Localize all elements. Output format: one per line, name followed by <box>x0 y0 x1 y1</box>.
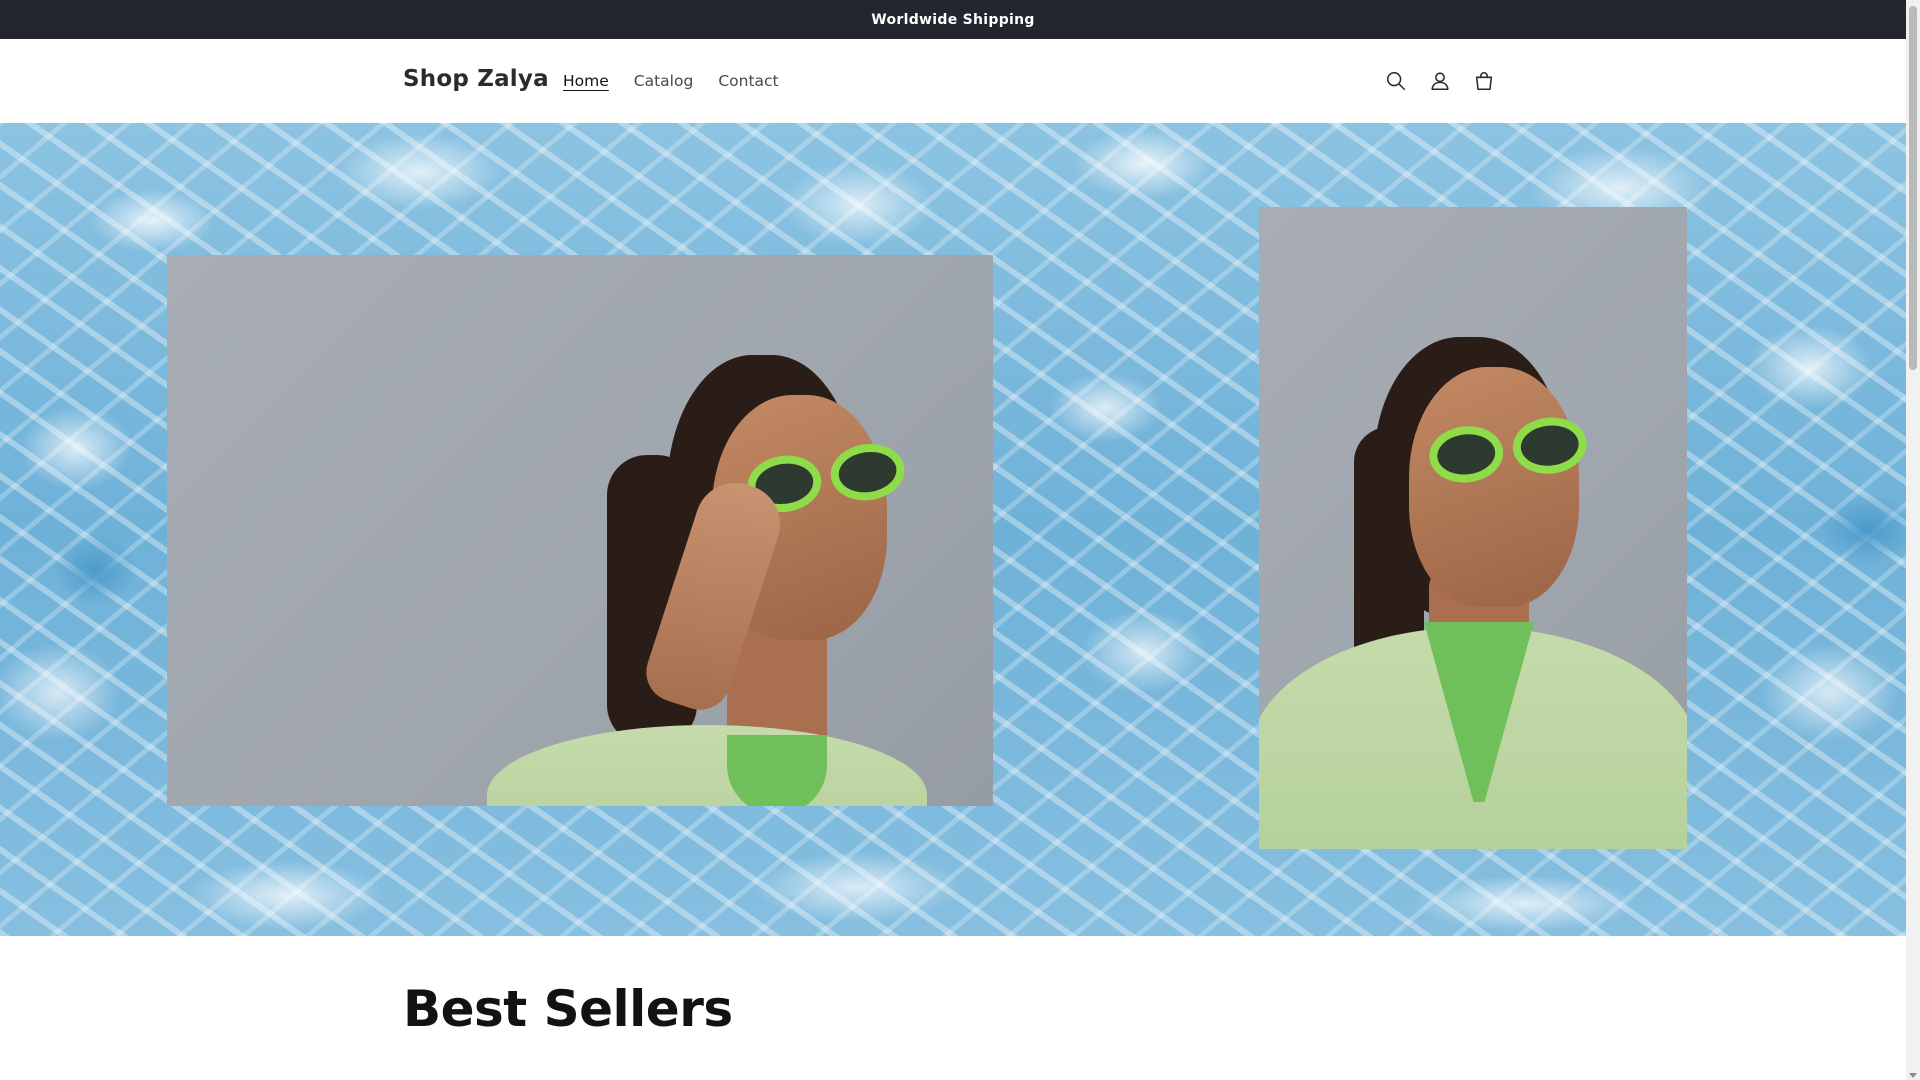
nav-contact[interactable]: Contact <box>718 72 778 90</box>
account-button[interactable] <box>1426 67 1454 95</box>
cart-icon <box>1475 72 1493 91</box>
header-icons <box>1382 67 1498 95</box>
page-scrollbar[interactable] <box>1906 0 1920 1080</box>
site-header: Shop Zalya Home Catalog Contact <box>0 39 1906 123</box>
scrollbar-thumb[interactable] <box>1909 6 1917 370</box>
nav-home[interactable]: Home <box>563 72 609 90</box>
announcement-bar: Worldwide Shipping <box>0 0 1906 39</box>
cart-button[interactable] <box>1470 67 1498 95</box>
search-icon <box>1386 71 1406 91</box>
account-icon <box>1431 72 1449 91</box>
nav-catalog[interactable]: Catalog <box>634 72 694 90</box>
store-logo[interactable]: Shop Zalya <box>403 66 549 92</box>
search-button[interactable] <box>1382 67 1410 95</box>
scroll-down-arrow[interactable] <box>1909 1073 1917 1078</box>
hero-banner <box>0 123 1906 936</box>
hero-image-left <box>167 255 993 806</box>
announcement-text: Worldwide Shipping <box>871 11 1035 28</box>
hero-image-right <box>1259 207 1687 849</box>
section-title: Best Sellers <box>403 980 733 1038</box>
main-nav: Home Catalog Contact <box>563 72 779 90</box>
